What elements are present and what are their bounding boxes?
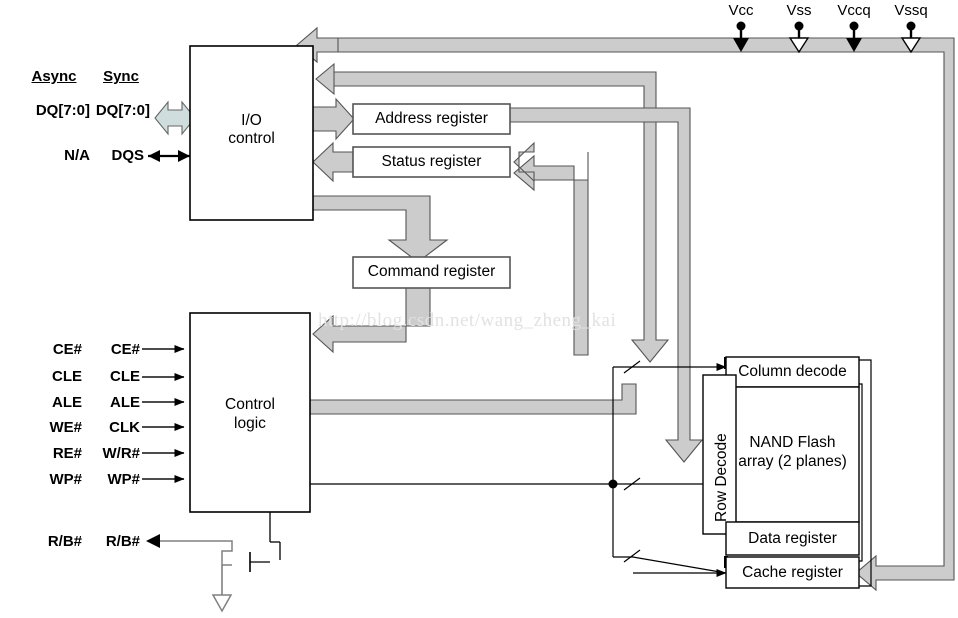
signal-sync-cle: CLE <box>110 368 140 385</box>
nand-array-label-line1: NAND Flash <box>749 434 836 451</box>
bus-array-to-status-register <box>513 152 589 356</box>
async-column-header: Async <box>31 68 77 85</box>
bus-arrowhead-io-second <box>315 62 335 96</box>
power-label-vcc: Vcc <box>728 2 754 19</box>
signal-sync-rb: R/B# <box>105 533 140 550</box>
signal-sync-wr: W/R# <box>102 445 141 462</box>
signal-sync-wp: WP# <box>107 471 140 488</box>
diagram-vector-layer <box>142 21 955 613</box>
control-input-arrows <box>142 345 185 483</box>
rb-output-network <box>146 512 281 613</box>
address-register-label: Address register <box>375 110 488 127</box>
signal-sync-dq: DQ[7:0] <box>95 102 150 119</box>
signal-async-re: RE# <box>52 445 82 462</box>
command-register-label: Command register <box>367 263 496 280</box>
signal-async-dq: DQ[7:0] <box>35 102 90 119</box>
branch-slash-cache <box>623 549 641 563</box>
bus-status-to-io <box>312 141 354 183</box>
cache-register-label: Cache register <box>742 564 843 581</box>
control-logic-label-line2: logic <box>234 415 266 432</box>
signal-async-wp: WP# <box>49 471 82 488</box>
sync-column-header: Sync <box>103 68 139 85</box>
data-register-label: Data register <box>748 530 837 547</box>
signal-sync-dqs: DQS <box>111 147 144 164</box>
signal-async-ale: ALE <box>52 394 82 411</box>
power-label-vss: Vss <box>786 2 812 19</box>
branch-to-cache-register <box>613 556 727 574</box>
io-control-label-line1: I/O <box>241 112 262 129</box>
nand-array-label-line2: array (2 planes) <box>738 453 847 470</box>
signal-async-na: N/A <box>64 147 90 164</box>
bus-control-logic-to-array <box>309 383 637 415</box>
io-control-label-line2: control <box>228 130 275 147</box>
signal-sync-ce: CE# <box>110 341 140 358</box>
status-register-label: Status register <box>381 153 482 170</box>
signal-async-ce: CE# <box>52 341 82 358</box>
dq-bidirectional-arrow <box>154 100 196 136</box>
signal-sync-clk: CLK <box>109 419 140 436</box>
signal-sync-ale: ALE <box>110 394 140 411</box>
block-diagram-canvas: http://blog.csdn.net/wang_zheng_kai Asyn… <box>0 0 958 618</box>
control-logic-label-line1: Control <box>225 396 275 413</box>
bus-io-to-command-register <box>312 195 449 263</box>
signal-async-rb: R/B# <box>47 533 82 550</box>
column-decode-label: Column decode <box>738 363 847 380</box>
bus-command-to-control-logic <box>312 287 431 354</box>
signal-async-we: WE# <box>49 419 82 436</box>
dqs-bidirectional-arrow <box>148 150 190 162</box>
power-label-vccq: Vccq <box>837 2 871 19</box>
signal-async-cle: CLE <box>52 368 82 385</box>
control-branch-lines <box>310 357 728 577</box>
bus-io-to-address-register <box>312 97 355 141</box>
power-label-vssq: Vssq <box>894 2 928 19</box>
